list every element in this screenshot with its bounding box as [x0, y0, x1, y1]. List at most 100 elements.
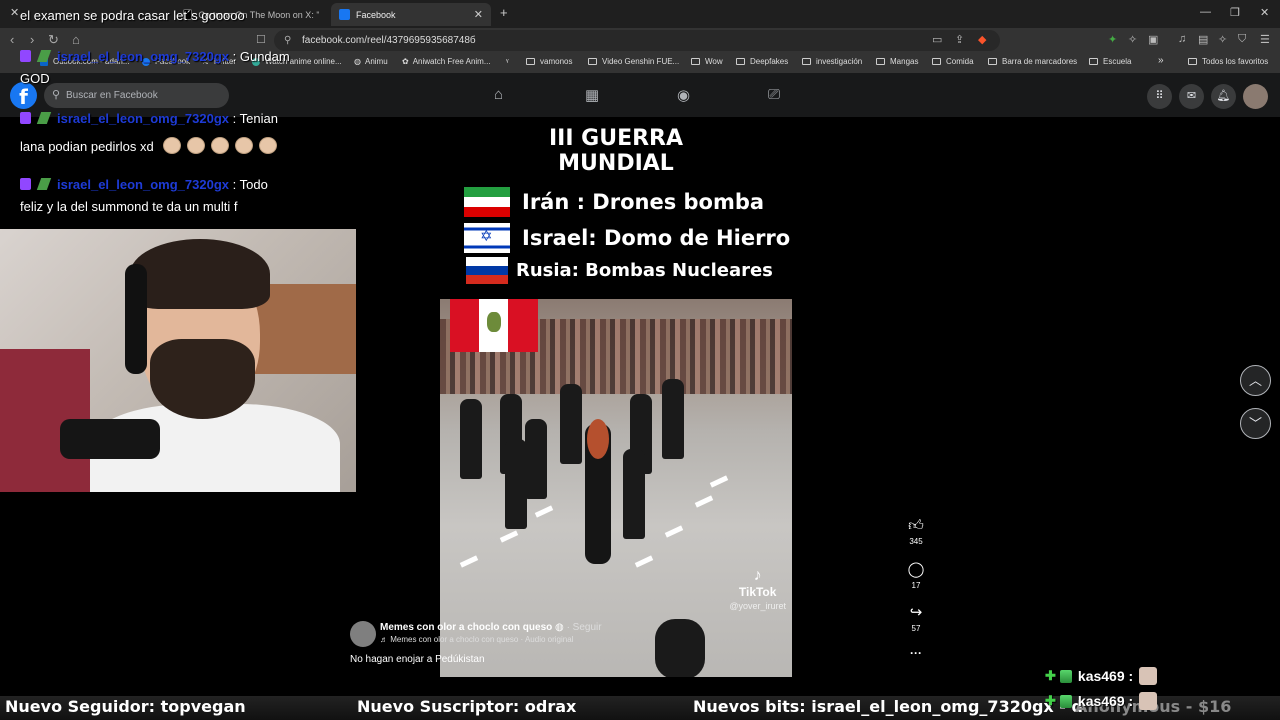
chat-message: israel_el_leon_omg_7320gx : Todo: [20, 177, 268, 192]
lane-marking: [694, 495, 714, 508]
brave-shield-icon[interactable]: ◆: [978, 33, 986, 46]
police-figure: [525, 419, 547, 499]
media-icon[interactable]: ♫: [1178, 33, 1186, 45]
folder-icon: [1188, 58, 1197, 65]
lane-marking: [534, 505, 554, 518]
chat-line: GOD: [20, 71, 50, 86]
facebook-logo[interactable]: f: [10, 82, 37, 109]
folder-mangas[interactable]: Mangas: [876, 57, 918, 66]
lane-marking: [664, 525, 684, 538]
bookmark-animu[interactable]: ◍ Animu: [354, 57, 388, 66]
reload-icon[interactable]: ↻: [48, 32, 59, 48]
more-bookmarks-icon[interactable]: »: [1158, 55, 1164, 66]
share-icon[interactable]: ⇪: [955, 33, 964, 46]
poster-line: Memes con olor a choclo con queso ◍ · Se…: [380, 622, 602, 633]
close-window-icon[interactable]: ✕: [1260, 6, 1269, 19]
folder-icon: [691, 58, 700, 65]
chat-line: lana podian pedirlos xd: [20, 137, 278, 154]
russia-flag-icon: [466, 257, 508, 284]
share-button[interactable]: ↪ 57: [902, 604, 930, 633]
emote-icon: [187, 137, 206, 154]
like-button[interactable]: 👍︎ 345: [902, 517, 930, 546]
peru-flag-icon: [450, 299, 538, 352]
folder-icon: [588, 58, 597, 65]
folder-icon: [526, 58, 535, 65]
chat-username: israel_el_leon_omg_7320gx: [57, 49, 229, 64]
next-reel-button[interactable]: ﹀: [1240, 408, 1271, 439]
search-icon: ⚲: [52, 89, 61, 101]
folder-barra[interactable]: Barra de marcadores: [988, 57, 1077, 66]
tab-list-icon[interactable]: ✕: [10, 6, 19, 19]
new-tab-icon[interactable]: +: [500, 5, 508, 20]
poster-avatar[interactable]: [350, 621, 376, 647]
sword-badge-icon: [36, 50, 52, 62]
audio-link[interactable]: ♬ Memes con olor a choclo con queso · Au…: [380, 635, 573, 644]
url-bar[interactable]: ⚲ facebook.com/reel/437969593568748б: [274, 30, 1000, 51]
reel-video[interactable]: III GUERRA MUNDIAL Irán : Drones bomba I…: [440, 117, 792, 677]
bookmark-icon[interactable]: ☐: [256, 33, 266, 46]
reel-caption: No hagan enojar a Pedúkistan: [350, 654, 485, 665]
forward-icon[interactable]: ›: [30, 32, 34, 47]
dancer-hair: [587, 419, 609, 459]
wallet-icon[interactable]: ▤: [1198, 33, 1208, 46]
streamer-beard: [150, 339, 255, 419]
emote-icon: [235, 137, 254, 154]
folder-escuela[interactable]: Escuela: [1089, 57, 1131, 66]
chat-message-kas: ✚ kas469 :: [1045, 692, 1158, 710]
leo-icon[interactable]: ✧: [1218, 33, 1227, 46]
folder-deepfakes[interactable]: Deepfakes: [736, 57, 788, 66]
comment-button[interactable]: ◯ 17: [902, 561, 930, 590]
home-icon[interactable]: ⌂: [494, 86, 503, 103]
vpn-icon[interactable]: ⛉: [1238, 33, 1246, 46]
notifications-icon[interactable]: 🔔︎: [1211, 84, 1236, 109]
back-icon[interactable]: ‹: [10, 32, 14, 47]
extensions-icon[interactable]: ✧: [1128, 33, 1137, 46]
chat-message: israel_el_leon_omg_7320gx : Tenian: [20, 111, 278, 126]
emote-icon: [211, 137, 230, 154]
menu-grid-icon[interactable]: ⠿: [1147, 84, 1172, 109]
like-icon: 👍︎: [908, 517, 924, 534]
profile-avatar[interactable]: [1243, 84, 1268, 109]
menu-icon[interactable]: ☰: [1260, 33, 1270, 46]
lane-marking: [499, 530, 519, 543]
marketplace-icon[interactable]: ▦: [585, 86, 599, 104]
tab-facebook[interactable]: Facebook ✕: [331, 3, 491, 26]
lane-marking: [634, 555, 654, 568]
extension-icon[interactable]: ✦: [1108, 33, 1117, 46]
poster-name[interactable]: Memes con olor a choclo con queso: [380, 622, 552, 633]
iran-row: Irán : Drones bomba: [464, 187, 764, 217]
folder-icon: [876, 58, 885, 65]
follow-button[interactable]: · Seguir: [567, 622, 602, 633]
home-icon[interactable]: ⌂: [72, 32, 80, 47]
minimize-icon[interactable]: —: [1200, 6, 1211, 18]
bookmark-misc[interactable]: ᵞ: [506, 57, 509, 66]
gaming-icon[interactable]: ⎚: [768, 86, 780, 103]
israel-flag-icon: [464, 223, 510, 253]
microphone: [60, 419, 160, 459]
messenger-icon[interactable]: ✉: [1179, 84, 1204, 109]
folder-comida[interactable]: Comida: [932, 57, 974, 66]
search-placeholder: Buscar en Facebook: [66, 90, 158, 101]
twitch-icon: [20, 112, 31, 124]
folder-todos-favoritos[interactable]: Todos los favoritos: [1188, 57, 1268, 66]
folder-investigacion[interactable]: investigación: [802, 57, 862, 66]
sub-badge-icon: [1059, 694, 1072, 708]
folder-video-genshin[interactable]: Video Genshin FUE...: [588, 57, 679, 66]
folder-vamonos[interactable]: vamonos: [526, 57, 572, 66]
bookmark-aniwatch[interactable]: ✿ Aniwatch Free Anim...: [402, 57, 491, 66]
site-info-icon[interactable]: ⚲: [284, 30, 291, 51]
previous-reel-button[interactable]: ︿: [1240, 365, 1271, 396]
groups-icon[interactable]: ◉: [677, 86, 690, 104]
chat-username: israel_el_leon_omg_7320gx: [57, 111, 229, 126]
streamer-hair: [130, 239, 270, 309]
close-tab-icon[interactable]: ✕: [474, 8, 483, 21]
reel-title: III GUERRA MUNDIAL: [548, 126, 684, 176]
restore-icon[interactable]: ❐: [1230, 6, 1240, 19]
sidebar-icon[interactable]: ▣: [1148, 33, 1158, 46]
share-icon: ↪: [909, 604, 923, 621]
more-options-button[interactable]: ···: [902, 646, 930, 660]
folder-wow[interactable]: Wow: [691, 57, 723, 66]
cast-icon[interactable]: ▭: [932, 33, 942, 46]
search-input[interactable]: ⚲ Buscar en Facebook: [44, 83, 229, 108]
chat-message-kas: ✚ kas469 :: [1045, 667, 1158, 685]
